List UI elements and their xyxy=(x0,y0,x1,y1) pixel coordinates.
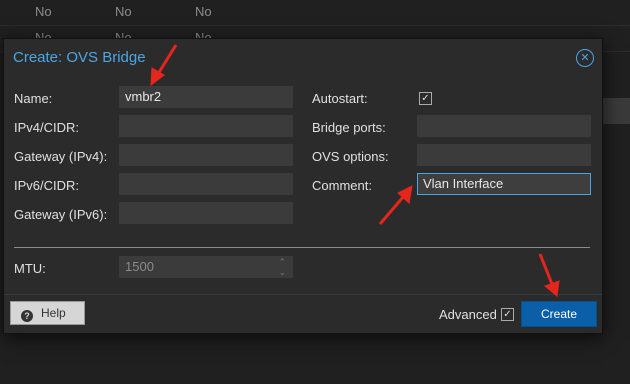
arrow-to-comment xyxy=(378,195,406,225)
arrow-to-create xyxy=(538,253,554,285)
annotation-arrows xyxy=(150,44,560,297)
arrowhead-to-create xyxy=(544,280,560,297)
arrowhead-to-name xyxy=(150,67,165,87)
arrow-to-name xyxy=(156,44,178,75)
